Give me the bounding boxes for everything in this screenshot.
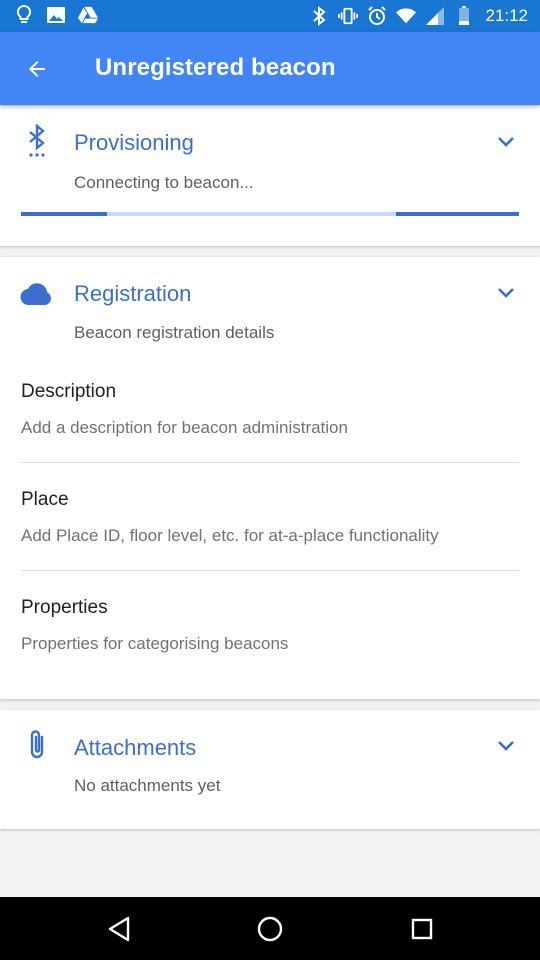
clock: 21:12	[485, 6, 528, 25]
properties-field[interactable]: Properties Properties for categorising b…	[21, 597, 519, 654]
provisioning-card: Provisioning Connecting to beacon...	[0, 106, 540, 246]
image-icon	[46, 5, 66, 25]
field-label: Description	[21, 381, 117, 402]
place-field[interactable]: Place Add Place ID, floor level, etc. fo…	[21, 489, 519, 546]
attachments-status: No attachments yet	[74, 776, 221, 795]
attachments-title: Attachments	[74, 735, 197, 760]
status-bar: 21:12	[0, 0, 540, 32]
signal-icon	[425, 6, 445, 26]
chevron-down-icon	[498, 288, 514, 298]
provisioning-expand-button[interactable]	[494, 130, 518, 154]
provisioning-title: Provisioning	[74, 130, 194, 155]
paperclip-icon	[20, 728, 54, 762]
alarm-icon	[367, 6, 387, 26]
field-hint: Add a description for beacon administrat…	[21, 418, 348, 437]
drive-icon	[78, 5, 98, 25]
lightbulb-icon	[14, 5, 34, 25]
back-button[interactable]	[14, 46, 60, 92]
progress-segment	[21, 212, 107, 216]
nav-recents-button[interactable]	[402, 909, 442, 949]
bluetooth-icon	[309, 6, 329, 26]
wifi-icon	[396, 6, 417, 26]
description-field[interactable]: Description Add a description for beacon…	[21, 381, 519, 438]
back-triangle-icon	[108, 916, 130, 942]
navigation-bar	[0, 897, 540, 960]
registration-subtitle: Beacon registration details	[74, 323, 275, 342]
bluetooth-searching-icon	[20, 124, 54, 158]
chevron-down-icon	[498, 741, 514, 751]
attachments-card: Attachments No attachments yet	[0, 710, 540, 829]
nav-home-button[interactable]	[250, 909, 290, 949]
field-label: Place	[21, 489, 69, 510]
attachments-expand-button[interactable]	[494, 734, 518, 758]
field-label: Properties	[21, 597, 108, 618]
nav-back-button[interactable]	[99, 909, 139, 949]
chevron-down-icon	[498, 137, 514, 147]
home-circle-icon	[257, 916, 283, 942]
field-hint: Properties for categorising beacons	[21, 634, 289, 653]
field-hint: Add Place ID, floor level, etc. for at-a…	[21, 526, 439, 545]
battery-icon	[454, 6, 474, 26]
divider	[21, 462, 519, 463]
registration-expand-button[interactable]	[494, 281, 518, 305]
app-bar: Unregistered beacon	[0, 32, 540, 105]
page-title: Unregistered beacon	[95, 54, 336, 81]
arrow-back-icon	[29, 61, 45, 77]
vibrate-icon	[338, 6, 359, 26]
progress-segment	[396, 212, 519, 216]
divider	[21, 570, 519, 571]
registration-card: Registration Beacon registration details…	[0, 257, 540, 699]
cloud-icon	[20, 277, 54, 311]
provisioning-progress-bar	[21, 212, 519, 216]
registration-title: Registration	[74, 281, 192, 306]
provisioning-status: Connecting to beacon...	[74, 173, 254, 192]
recents-square-icon	[411, 918, 433, 940]
